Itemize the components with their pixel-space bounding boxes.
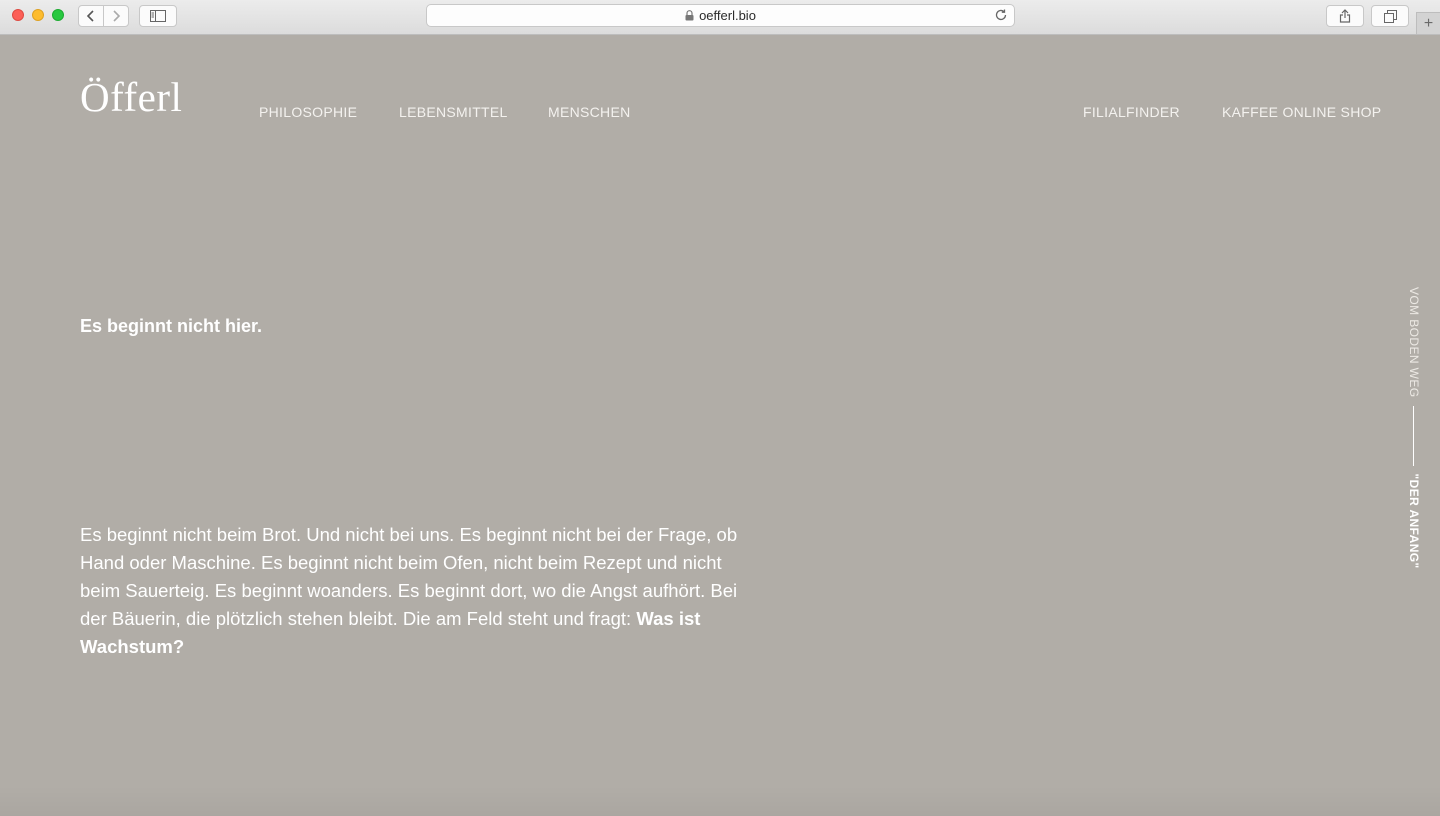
page-content: Öfferl PHILOSOPHIE LEBENSMITTEL MENSCHEN… <box>0 35 1440 816</box>
chapter-indicator: VOM BODEN WEG "DER ANFANG" <box>1406 287 1422 577</box>
nav-link-lebensmittel[interactable]: LEBENSMITTEL <box>399 104 508 120</box>
chapter-title-label: "DER ANFANG" <box>1407 473 1421 569</box>
browser-toolbar: oefferl.bio + <box>0 0 1440 35</box>
back-button[interactable] <box>78 5 104 27</box>
site-logo[interactable]: Öfferl <box>80 75 182 119</box>
nav-link-kaffee-online-shop[interactable]: KAFFEE ONLINE SHOP <box>1222 104 1381 120</box>
share-icon <box>1339 9 1351 23</box>
tabs-icon <box>1383 9 1397 23</box>
nav-link-menschen[interactable]: MENSCHEN <box>548 104 631 120</box>
new-tab-button[interactable]: + <box>1416 12 1440 34</box>
section-headline: Es beginnt nicht hier. <box>80 316 263 336</box>
share-button[interactable] <box>1326 5 1364 27</box>
show-tabs-button[interactable] <box>1371 5 1409 27</box>
plus-icon: + <box>1423 14 1434 32</box>
url-text: oefferl.bio <box>699 8 756 23</box>
address-bar[interactable]: oefferl.bio <box>426 4 1015 27</box>
lock-icon <box>685 10 694 21</box>
nav-link-filialfinder[interactable]: FILIALFINDER <box>1083 104 1180 120</box>
intro-paragraph: Es beginnt nicht beim Brot. Und nicht be… <box>80 521 740 661</box>
chevron-right-icon <box>113 10 121 22</box>
chevron-left-icon <box>86 10 94 22</box>
forward-button[interactable] <box>103 5 129 27</box>
nav-link-philosophie[interactable]: PHILOSOPHIE <box>259 104 357 120</box>
chapter-section-label: VOM BODEN WEG <box>1407 287 1421 398</box>
close-window-button[interactable] <box>12 9 24 21</box>
zoom-window-button[interactable] <box>52 9 64 21</box>
minimize-window-button[interactable] <box>32 9 44 21</box>
chapter-divider <box>1413 405 1415 466</box>
bottom-shade <box>0 786 1440 816</box>
sidebar-icon <box>150 10 166 22</box>
reload-icon[interactable] <box>994 8 1008 22</box>
sidebar-toggle-button[interactable] <box>139 5 177 27</box>
